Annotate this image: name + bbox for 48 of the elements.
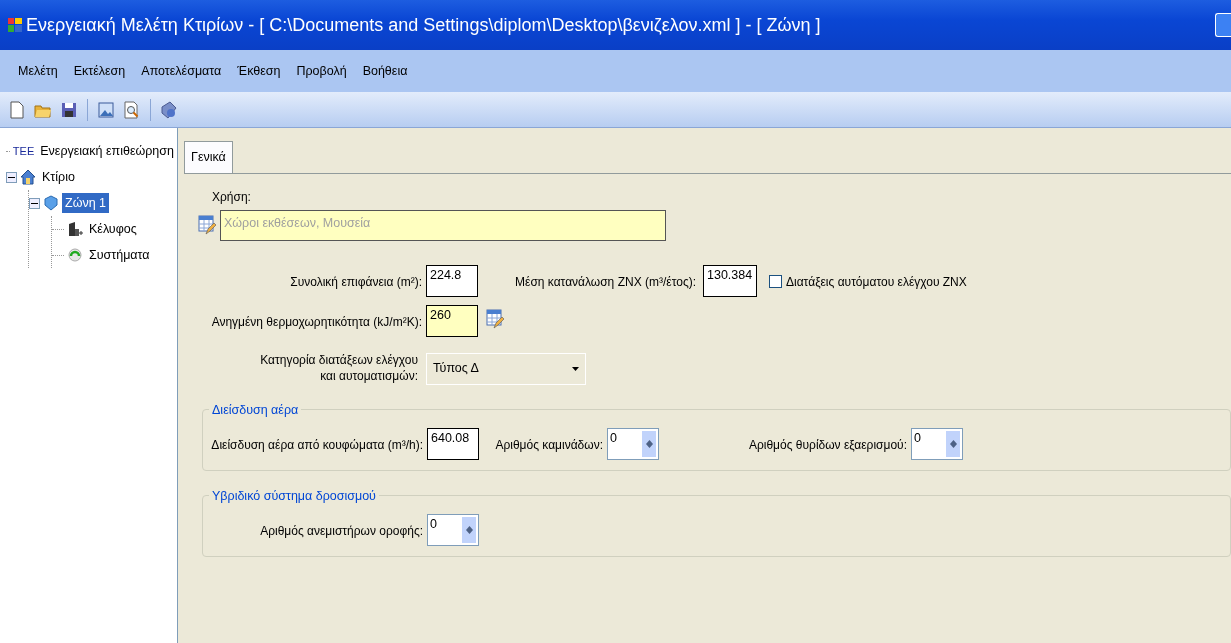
tree-item[interactable]: Ζώνη 1 [62, 192, 110, 214]
app-icon [8, 18, 22, 32]
spin-arrows-icon[interactable] [461, 515, 477, 544]
cube-icon [43, 195, 59, 211]
field-label: Αριθμός καμινάδων: [494, 436, 603, 454]
dropdown-value: Τύπος Δ [433, 360, 479, 378]
table-edit-icon[interactable] [198, 215, 216, 236]
field-label: Συνολική επιφάνεια (m²): [289, 273, 422, 291]
field-label: Αριθμός ανεμιστήρων οροφής: [259, 522, 423, 540]
wall-icon [67, 221, 83, 237]
menu-item[interactable]: Εκτέλεση [65, 61, 134, 81]
tree-item[interactable]: Ενεργειακή επιθεώρηση [37, 140, 177, 162]
spin-box[interactable]: 0 [911, 427, 963, 460]
collapse-toggle[interactable] [29, 197, 40, 209]
field-label: Χρήση: [212, 189, 251, 204]
menu-item[interactable]: Μελέτη [10, 61, 66, 81]
input-field[interactable]: 130.384 [703, 264, 757, 297]
badge-label: ΤΕΕ [12, 143, 35, 159]
dropdown[interactable]: Τύπος Δ [426, 352, 586, 385]
table-edit-icon[interactable] [486, 308, 504, 329]
tree-item[interactable]: Συστήματα [86, 244, 153, 266]
spin-box[interactable]: 0 [607, 427, 659, 460]
checkbox-label: Διατάξεις αυτόματου ελέγχου ΖΝΧ [786, 273, 967, 291]
field-label: Αριθμός θυρίδων εξαερισμού: [747, 436, 907, 454]
menu-item[interactable]: Προβολή [288, 61, 355, 81]
spin-arrows-icon[interactable] [945, 429, 961, 458]
input-field[interactable]: 640.08 [427, 427, 479, 460]
menu-item[interactable]: Βοήθεια [354, 61, 416, 81]
spin-box[interactable]: 0 [427, 513, 479, 546]
circle-icon [67, 247, 83, 263]
minimize-button[interactable] [1215, 13, 1231, 37]
menu-item[interactable]: Αποτελέσματα [133, 61, 230, 81]
collapse-toggle[interactable] [6, 171, 17, 183]
spin-arrows-icon[interactable] [641, 429, 657, 458]
field-label: Ανηγμένη θερμοχωρητικότητα (kJ/m²K): [210, 313, 422, 331]
house-icon [20, 169, 36, 185]
field-label: Διείσδυση αέρα από κουφώματα (m³/h): [210, 436, 423, 454]
checkbox[interactable] [769, 275, 782, 289]
menu-item[interactable]: Έκθεση [229, 61, 289, 81]
tree-item[interactable]: Κτίριο [39, 166, 78, 188]
input-field[interactable]: 224.8 [426, 264, 478, 297]
field-label: Κατηγορία διατάξεων ελέγχου και αυτοματισμών: [259, 353, 418, 385]
field-label: Μέση κατανάλωση ΖΝΧ (m³/έτος): [514, 273, 696, 291]
tab[interactable]: Γενικά [184, 141, 233, 173]
window-title: Ενεργειακή Μελέτη Κτιρίων - [ C:\Documents and Settings\diplom\Desktop\βενιζελον.xml ] - [ Ζώνη ] [26, 13, 821, 37]
dropdown-caret-icon [572, 366, 579, 371]
tree-item[interactable]: Κέλυφος [86, 218, 140, 240]
input-field[interactable]: 260 [426, 304, 478, 337]
